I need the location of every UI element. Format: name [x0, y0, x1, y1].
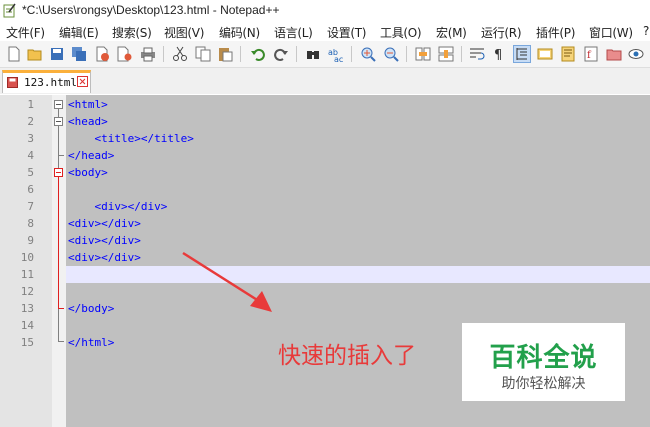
- watermark-subtitle: 助你轻松解决: [501, 376, 586, 392]
- watermark-title: 百科全说: [489, 343, 598, 373]
- watermark-logo: 百科全说 助你轻松解决: [462, 323, 625, 401]
- annotation-text: 快速的插入了: [278, 343, 416, 369]
